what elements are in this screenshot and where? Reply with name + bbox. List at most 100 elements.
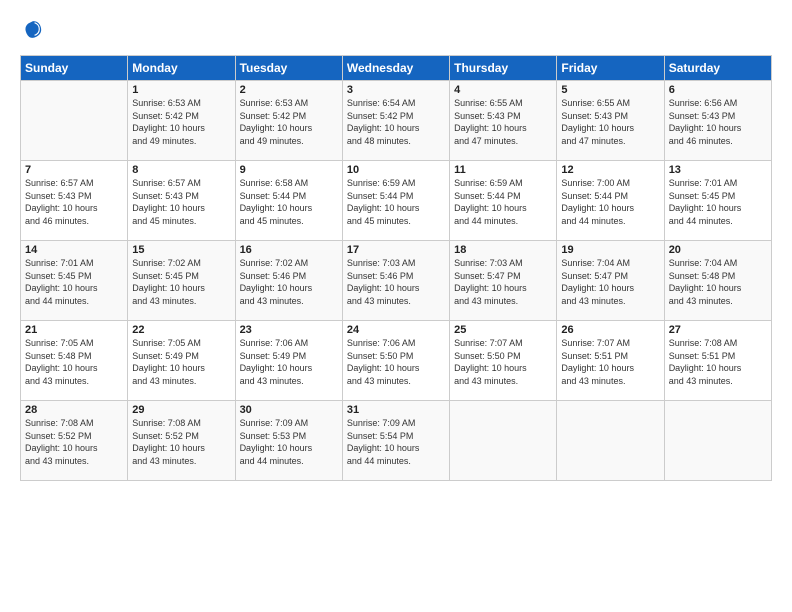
day-number: 31 (347, 404, 445, 416)
day-number: 3 (347, 84, 445, 96)
day-cell: 10Sunrise: 6:59 AMSunset: 5:44 PMDayligh… (342, 161, 449, 241)
day-cell (450, 401, 557, 481)
day-cell: 26Sunrise: 7:07 AMSunset: 5:51 PMDayligh… (557, 321, 664, 401)
calendar-table: SundayMondayTuesdayWednesdayThursdayFrid… (20, 55, 772, 481)
day-info: Sunrise: 7:04 AMSunset: 5:48 PMDaylight:… (669, 257, 767, 307)
day-number: 14 (25, 244, 123, 256)
day-number: 9 (240, 164, 338, 176)
day-cell: 17Sunrise: 7:03 AMSunset: 5:46 PMDayligh… (342, 241, 449, 321)
day-info: Sunrise: 6:59 AMSunset: 5:44 PMDaylight:… (347, 177, 445, 227)
day-info: Sunrise: 7:07 AMSunset: 5:50 PMDaylight:… (454, 337, 552, 387)
day-info: Sunrise: 7:01 AMSunset: 5:45 PMDaylight:… (25, 257, 123, 307)
day-cell: 1Sunrise: 6:53 AMSunset: 5:42 PMDaylight… (128, 81, 235, 161)
day-info: Sunrise: 7:06 AMSunset: 5:50 PMDaylight:… (347, 337, 445, 387)
day-cell: 28Sunrise: 7:08 AMSunset: 5:52 PMDayligh… (21, 401, 128, 481)
day-info: Sunrise: 7:00 AMSunset: 5:44 PMDaylight:… (561, 177, 659, 227)
day-number: 28 (25, 404, 123, 416)
day-number: 8 (132, 164, 230, 176)
day-cell: 20Sunrise: 7:04 AMSunset: 5:48 PMDayligh… (664, 241, 771, 321)
day-info: Sunrise: 7:08 AMSunset: 5:52 PMDaylight:… (25, 417, 123, 467)
day-info: Sunrise: 6:56 AMSunset: 5:43 PMDaylight:… (669, 97, 767, 147)
weekday-header-wednesday: Wednesday (342, 56, 449, 81)
day-info: Sunrise: 6:57 AMSunset: 5:43 PMDaylight:… (25, 177, 123, 227)
calendar-body: 1Sunrise: 6:53 AMSunset: 5:42 PMDaylight… (21, 81, 772, 481)
day-number: 16 (240, 244, 338, 256)
day-number: 21 (25, 324, 123, 336)
page: SundayMondayTuesdayWednesdayThursdayFrid… (0, 0, 792, 612)
day-info: Sunrise: 6:55 AMSunset: 5:43 PMDaylight:… (454, 97, 552, 147)
header (20, 18, 772, 45)
weekday-header-monday: Monday (128, 56, 235, 81)
week-row-0: 1Sunrise: 6:53 AMSunset: 5:42 PMDaylight… (21, 81, 772, 161)
day-number: 23 (240, 324, 338, 336)
day-number: 30 (240, 404, 338, 416)
day-info: Sunrise: 6:53 AMSunset: 5:42 PMDaylight:… (132, 97, 230, 147)
weekday-header-saturday: Saturday (664, 56, 771, 81)
day-info: Sunrise: 7:03 AMSunset: 5:46 PMDaylight:… (347, 257, 445, 307)
week-row-1: 7Sunrise: 6:57 AMSunset: 5:43 PMDaylight… (21, 161, 772, 241)
day-cell (664, 401, 771, 481)
day-cell: 2Sunrise: 6:53 AMSunset: 5:42 PMDaylight… (235, 81, 342, 161)
day-info: Sunrise: 6:55 AMSunset: 5:43 PMDaylight:… (561, 97, 659, 147)
weekday-header-row: SundayMondayTuesdayWednesdayThursdayFrid… (21, 56, 772, 81)
logo (20, 18, 46, 45)
day-info: Sunrise: 7:05 AMSunset: 5:49 PMDaylight:… (132, 337, 230, 387)
day-number: 26 (561, 324, 659, 336)
day-number: 6 (669, 84, 767, 96)
day-cell (557, 401, 664, 481)
day-cell: 21Sunrise: 7:05 AMSunset: 5:48 PMDayligh… (21, 321, 128, 401)
day-cell: 14Sunrise: 7:01 AMSunset: 5:45 PMDayligh… (21, 241, 128, 321)
day-cell: 11Sunrise: 6:59 AMSunset: 5:44 PMDayligh… (450, 161, 557, 241)
day-number: 1 (132, 84, 230, 96)
day-info: Sunrise: 7:09 AMSunset: 5:53 PMDaylight:… (240, 417, 338, 467)
day-number: 25 (454, 324, 552, 336)
weekday-header-thursday: Thursday (450, 56, 557, 81)
day-info: Sunrise: 7:09 AMSunset: 5:54 PMDaylight:… (347, 417, 445, 467)
day-info: Sunrise: 7:04 AMSunset: 5:47 PMDaylight:… (561, 257, 659, 307)
day-cell: 5Sunrise: 6:55 AMSunset: 5:43 PMDaylight… (557, 81, 664, 161)
day-info: Sunrise: 6:57 AMSunset: 5:43 PMDaylight:… (132, 177, 230, 227)
day-info: Sunrise: 6:54 AMSunset: 5:42 PMDaylight:… (347, 97, 445, 147)
day-info: Sunrise: 7:08 AMSunset: 5:51 PMDaylight:… (669, 337, 767, 387)
day-number: 15 (132, 244, 230, 256)
day-number: 17 (347, 244, 445, 256)
day-info: Sunrise: 7:03 AMSunset: 5:47 PMDaylight:… (454, 257, 552, 307)
day-info: Sunrise: 7:02 AMSunset: 5:45 PMDaylight:… (132, 257, 230, 307)
day-cell: 9Sunrise: 6:58 AMSunset: 5:44 PMDaylight… (235, 161, 342, 241)
day-cell: 7Sunrise: 6:57 AMSunset: 5:43 PMDaylight… (21, 161, 128, 241)
day-info: Sunrise: 7:05 AMSunset: 5:48 PMDaylight:… (25, 337, 123, 387)
day-number: 5 (561, 84, 659, 96)
day-number: 27 (669, 324, 767, 336)
week-row-2: 14Sunrise: 7:01 AMSunset: 5:45 PMDayligh… (21, 241, 772, 321)
day-number: 12 (561, 164, 659, 176)
calendar-header: SundayMondayTuesdayWednesdayThursdayFrid… (21, 56, 772, 81)
day-info: Sunrise: 7:02 AMSunset: 5:46 PMDaylight:… (240, 257, 338, 307)
day-info: Sunrise: 7:07 AMSunset: 5:51 PMDaylight:… (561, 337, 659, 387)
day-number: 4 (454, 84, 552, 96)
day-cell: 23Sunrise: 7:06 AMSunset: 5:49 PMDayligh… (235, 321, 342, 401)
day-info: Sunrise: 7:06 AMSunset: 5:49 PMDaylight:… (240, 337, 338, 387)
day-number: 24 (347, 324, 445, 336)
day-info: Sunrise: 7:01 AMSunset: 5:45 PMDaylight:… (669, 177, 767, 227)
day-info: Sunrise: 7:08 AMSunset: 5:52 PMDaylight:… (132, 417, 230, 467)
day-cell: 22Sunrise: 7:05 AMSunset: 5:49 PMDayligh… (128, 321, 235, 401)
day-number: 10 (347, 164, 445, 176)
weekday-header-tuesday: Tuesday (235, 56, 342, 81)
logo-icon (22, 18, 44, 40)
day-info: Sunrise: 6:58 AMSunset: 5:44 PMDaylight:… (240, 177, 338, 227)
day-number: 7 (25, 164, 123, 176)
day-number: 29 (132, 404, 230, 416)
day-info: Sunrise: 6:59 AMSunset: 5:44 PMDaylight:… (454, 177, 552, 227)
weekday-header-sunday: Sunday (21, 56, 128, 81)
day-cell: 15Sunrise: 7:02 AMSunset: 5:45 PMDayligh… (128, 241, 235, 321)
week-row-4: 28Sunrise: 7:08 AMSunset: 5:52 PMDayligh… (21, 401, 772, 481)
day-cell: 25Sunrise: 7:07 AMSunset: 5:50 PMDayligh… (450, 321, 557, 401)
day-cell: 18Sunrise: 7:03 AMSunset: 5:47 PMDayligh… (450, 241, 557, 321)
day-cell: 30Sunrise: 7:09 AMSunset: 5:53 PMDayligh… (235, 401, 342, 481)
day-cell: 24Sunrise: 7:06 AMSunset: 5:50 PMDayligh… (342, 321, 449, 401)
day-number: 18 (454, 244, 552, 256)
day-cell (21, 81, 128, 161)
day-number: 2 (240, 84, 338, 96)
day-number: 22 (132, 324, 230, 336)
day-cell: 13Sunrise: 7:01 AMSunset: 5:45 PMDayligh… (664, 161, 771, 241)
